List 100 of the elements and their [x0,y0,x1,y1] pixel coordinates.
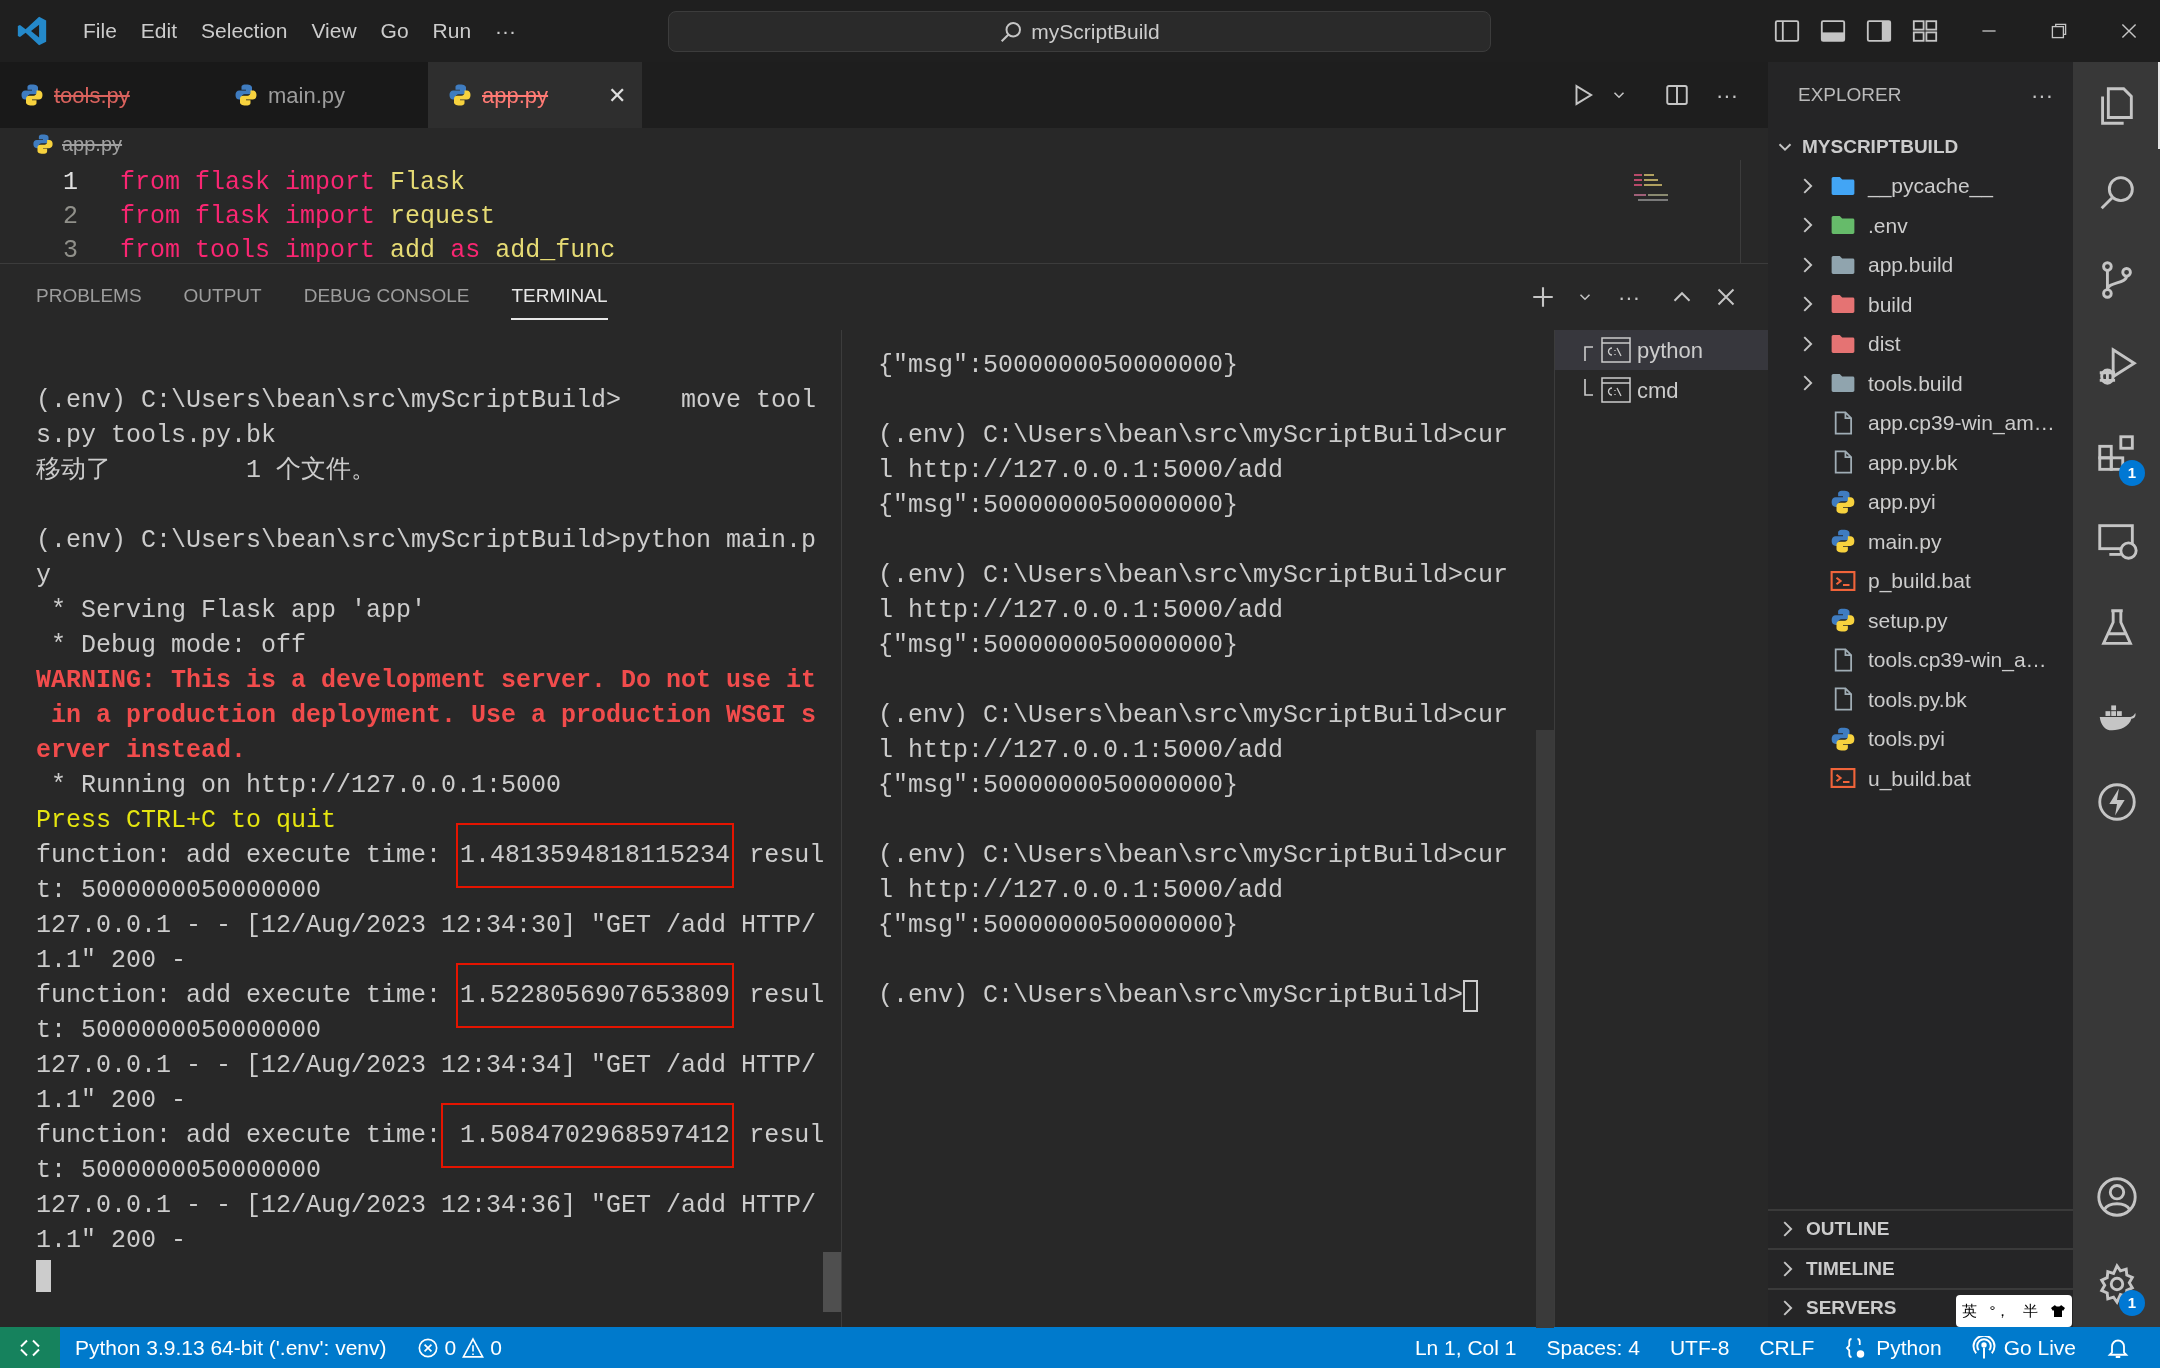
python-icon [448,83,472,107]
terminal-line: 127.0.0.1 - - [12/Aug/2023 12:34:36] "GET /add HTTP/ [36,1189,817,1222]
terminal-line: 1.1" 200 - [36,1084,187,1117]
terminal-line: resul [748,979,825,1012]
ime-width[interactable]: 半 [2022,1299,2038,1323]
terminal-line: resul [748,839,825,872]
toggle-secondary-sidebar-icon[interactable] [1865,17,1893,45]
scrollbar-thumb[interactable] [1536,730,1554,1328]
menu-item[interactable]: Run [420,11,484,51]
more-actions-button[interactable]: ··· [1716,78,1738,112]
tree-item[interactable]: u_build.bat [1768,758,2073,798]
terminal-line: t: 5000000050000000 [36,1154,322,1187]
line-number: 2 [62,201,79,234]
terminal-line: function: add execute time: [36,1119,442,1152]
tree-item[interactable]: app.cp39-win_am… [1768,403,2073,443]
toggle-panel-icon[interactable] [1819,17,1847,45]
code-line: from tools import add as add_func [120,235,616,263]
panel-tab[interactable]: OUTPUT [183,273,262,321]
status-item[interactable]: Python 3.9.13 64-bit ('.env': venv) [75,1331,387,1364]
terminal-line: t: 5000000050000000 [36,1014,322,1047]
activity-bar-item[interactable]: 1 [2073,410,2160,497]
scrollbar-thumb[interactable] [823,1252,841,1312]
code-line: from flask import Flask [120,167,466,200]
panel-tab[interactable]: DEBUG CONSOLE [303,273,470,321]
add-icon[interactable] [1530,284,1556,310]
editor-tab[interactable]: tools.py [0,62,214,128]
menu-item[interactable]: File [71,11,129,51]
line-number: 3 [62,235,79,263]
tree-item[interactable]: setup.py [1768,600,2073,640]
highlighted-value: 1.5228056907653809 [456,962,735,1029]
tree-item[interactable]: tools.py.bk [1768,679,2073,719]
notification-badge: 1 [2119,460,2145,486]
terminal-line: t: 5000000050000000 [36,874,322,907]
more-actions-button[interactable]: ··· [2031,78,2053,112]
status-item[interactable]: Spaces: 4 [1546,1331,1640,1364]
terminal-line: 127.0.0.1 - - [12/Aug/2023 12:34:34] "GET /add HTTP/ [36,1049,817,1082]
tree-item[interactable]: build [1768,284,2073,324]
more-actions-button[interactable]: ··· [1618,280,1640,314]
terminal-list-item[interactable]: python [1555,330,1768,370]
editor-tab[interactable]: app.py ✕ [428,62,642,128]
ime-punctuation[interactable]: °， [1989,1299,2011,1323]
terminal-line: (.env) C:\Users\bean\src\myScriptBuild> move tool [36,384,817,417]
status-item[interactable]: CRLF [1759,1331,1815,1364]
tree-item[interactable]: dist [1768,324,2073,364]
breadcrumb-item[interactable]: app.py [62,129,123,159]
tree-item[interactable]: tools.build [1768,363,2073,403]
split-editor-icon[interactable] [1664,82,1690,108]
terminal-line: y [36,559,51,592]
editor-tab[interactable]: main.py [214,62,428,128]
tree-item[interactable]: main.py [1768,521,2073,561]
terminal-line: resul [748,1119,825,1152]
terminal-cursor [36,1259,51,1292]
status-item[interactable]: UTF-8 [1669,1331,1730,1364]
terminal-line: (.env) C:\Users\bean\src\myScriptBuild> [878,979,1464,1012]
menu-item[interactable]: View [299,11,369,51]
panel-tab[interactable]: TERMINAL [511,273,608,321]
terminal-list-item[interactable]: cmd [1555,370,1768,410]
search-field[interactable]: myScriptBuild [668,11,1491,52]
terminal-line: Press CTRL+C to quit [36,804,337,837]
terminal-line: 1.1" 200 - [36,1224,187,1257]
panel-tab[interactable]: PROBLEMS [36,273,142,321]
close-tab-button[interactable]: ✕ [608,78,626,112]
menu-item[interactable]: Edit [128,11,190,51]
tree-item[interactable]: .env [1768,205,2073,245]
layout-icon[interactable] [1911,17,1939,45]
python-icon [1830,607,1856,634]
status-item[interactable]: Ln 1, Col 1 [1414,1331,1517,1364]
go-live-button[interactable]: Go Live [1971,1331,2076,1364]
terminal-line: {"msg":5000000050000000} [878,349,1239,382]
menu-item[interactable]: ··· [483,11,529,51]
notification-badge: 1 [2119,1290,2145,1316]
problems-status[interactable]: 0 0 [416,1331,502,1364]
tree-item[interactable]: tools.pyi [1768,719,2073,759]
tree-item[interactable]: __pycache__ [1768,166,2073,206]
menu-item[interactable]: Go [368,11,421,51]
terminal-line: (.env) C:\Users\bean\src\myScriptBuild>cur [878,419,1509,452]
error-icon [416,1336,439,1359]
terminal-line: function: add execute time: [36,839,443,872]
tree-item[interactable]: p_build.bat [1768,561,2073,601]
app-logo-icon [15,14,49,48]
tree-root-item[interactable]: MYSCRIPTBUILD [1768,128,2073,166]
line-number: 1 [62,167,79,200]
activity-bar-item[interactable]: 1 [2073,1240,2160,1327]
shirt-icon[interactable] [2049,1303,2066,1319]
python-icon [1830,725,1856,752]
tree-item[interactable]: app.py.bk [1768,442,2073,482]
warning-line: erver instead. [36,734,247,767]
terminal-line: l http://127.0.0.1:5000/add [878,874,1284,907]
terminal-line: (.env) C:\Users\bean\src\myScriptBuild>python main.p [36,524,817,557]
ime-mode[interactable]: 英 [1962,1299,1978,1323]
terminal-line: 1.1" 200 - [36,944,187,977]
terminal-line: function: add execute time: [36,979,443,1012]
menu-item[interactable]: Selection [189,11,300,51]
language-status[interactable]: Python [1844,1331,1942,1364]
tree-item[interactable]: app.pyi [1768,482,2073,522]
tree-item[interactable]: app.build [1768,245,2073,285]
toggle-sidebar-icon[interactable] [1773,17,1801,45]
python-icon [32,133,54,155]
input-method-bar[interactable]: 英 °， 半 [1956,1295,2072,1327]
tree-item[interactable]: tools.cp39-win_a… [1768,640,2073,680]
